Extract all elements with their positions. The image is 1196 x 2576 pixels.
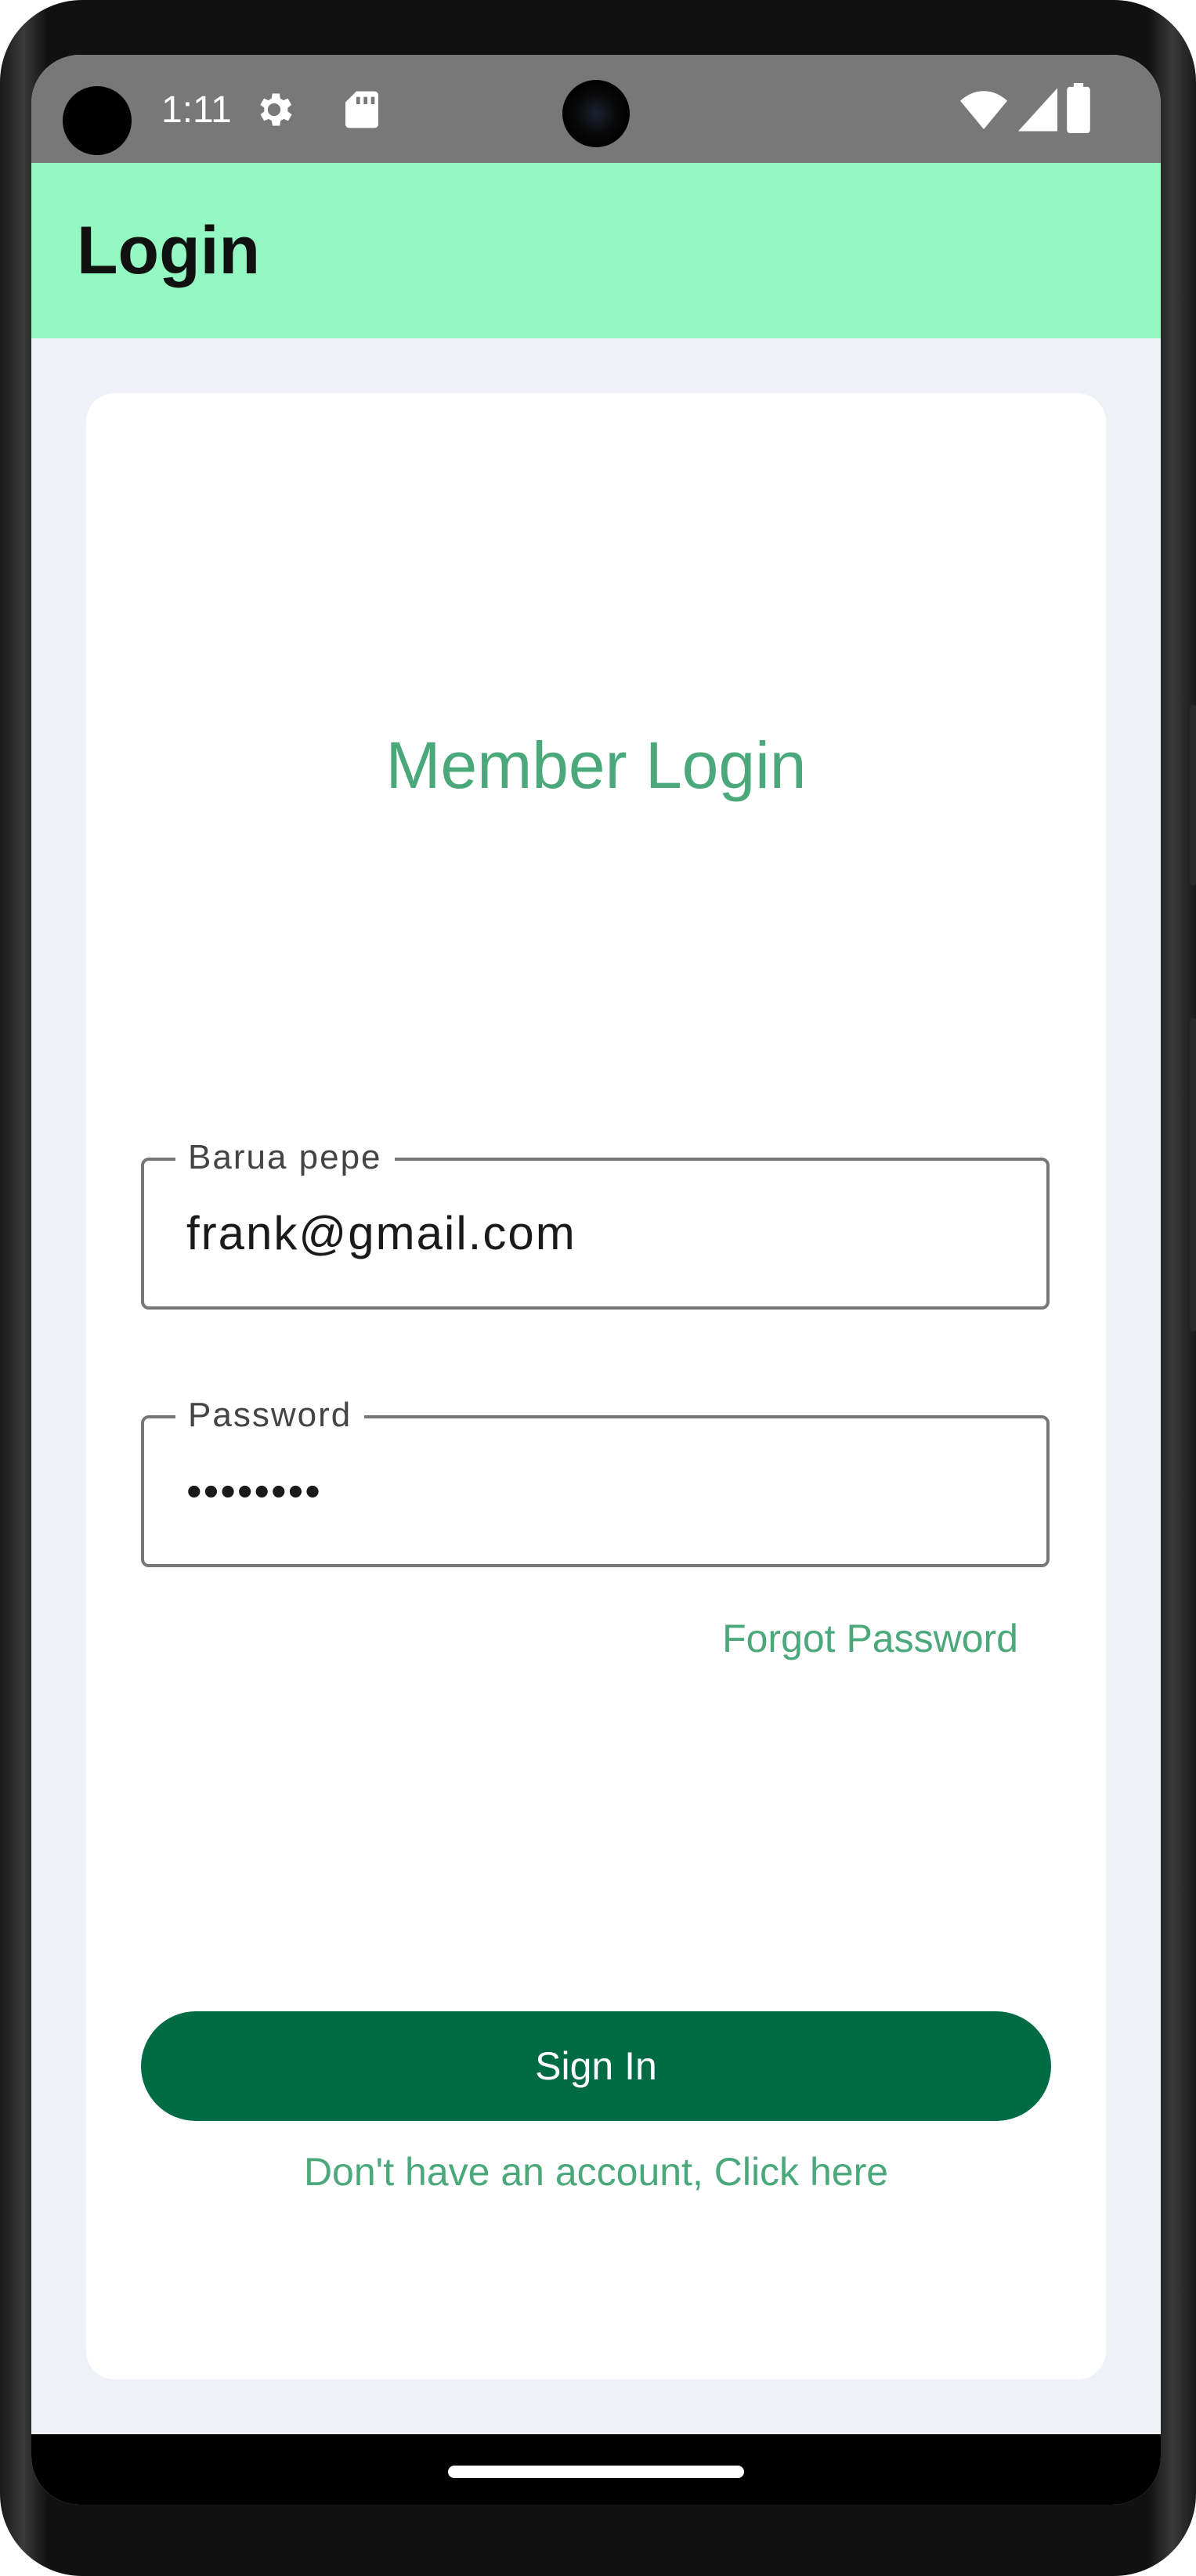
register-link[interactable]: Don't have an account, Click here bbox=[86, 2144, 1106, 2199]
wifi-icon bbox=[960, 89, 1007, 134]
member-login-heading: Member Login bbox=[385, 728, 807, 802]
forgot-password-link[interactable]: Forgot Password bbox=[722, 1611, 1018, 1666]
status-time: 1:11 bbox=[161, 89, 232, 131]
email-field-value[interactable]: frank@gmail.com bbox=[186, 1161, 576, 1306]
home-gesture-handle[interactable] bbox=[448, 2466, 744, 2478]
camera-dot bbox=[63, 86, 132, 155]
page-title: Login bbox=[77, 213, 261, 288]
navigation-bar bbox=[31, 2434, 1161, 2505]
power-button bbox=[1190, 705, 1196, 885]
front-camera bbox=[562, 80, 630, 147]
sd-card-icon bbox=[343, 88, 381, 135]
device-screen: 1:11 Login Member Login Barua pepe frank… bbox=[31, 55, 1161, 2505]
cell-signal-icon bbox=[1018, 88, 1057, 135]
status-bar: 1:11 bbox=[31, 55, 1161, 163]
password-field[interactable]: Password •••••••• bbox=[141, 1395, 1050, 1567]
app-bar: Login bbox=[31, 163, 1161, 338]
sign-in-button[interactable]: Sign In bbox=[141, 2011, 1051, 2121]
settings-gear-icon bbox=[252, 88, 296, 135]
email-field[interactable]: Barua pepe frank@gmail.com bbox=[141, 1137, 1050, 1310]
device-frame: 1:11 Login Member Login Barua pepe frank… bbox=[0, 0, 1196, 2576]
password-field-value[interactable]: •••••••• bbox=[186, 1418, 322, 1564]
volume-button bbox=[1190, 1018, 1196, 1331]
battery-icon bbox=[1067, 83, 1090, 137]
login-card: Member Login Barua pepe frank@gmail.com … bbox=[86, 393, 1106, 2379]
